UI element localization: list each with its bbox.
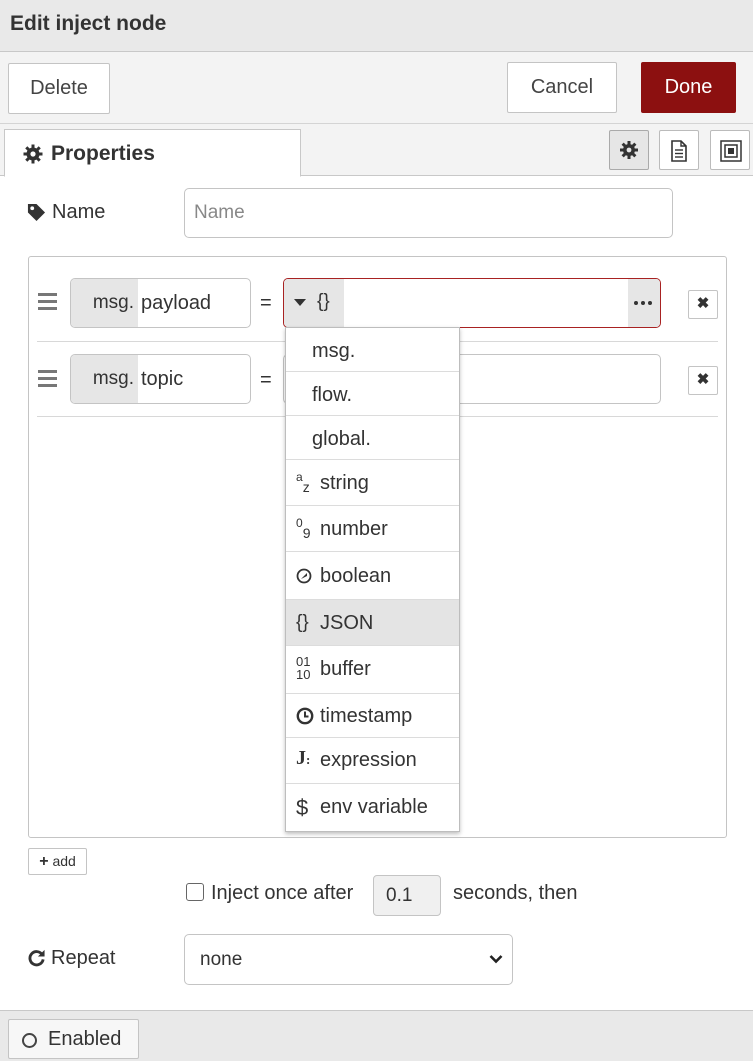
expand-editor-button[interactable] (628, 279, 660, 327)
type-option-expression[interactable]: J: expression (286, 738, 459, 784)
cancel-button[interactable]: Cancel (507, 62, 617, 113)
seconds-then-label: seconds, then (453, 882, 578, 904)
tab-appearance[interactable] (710, 130, 750, 170)
repeat-label: Repeat (51, 947, 116, 969)
string-type-icon: az (296, 470, 310, 496)
add-property-button[interactable]: + add (28, 848, 87, 875)
expression-type-icon: J: (296, 747, 311, 769)
tab-bar: Properties (0, 124, 753, 177)
repeat-select-value: none (200, 949, 243, 970)
plus-icon: + (39, 853, 49, 870)
repeat-select[interactable]: none (184, 934, 513, 985)
property-name-value: topic (141, 368, 184, 390)
tab-settings[interactable] (609, 130, 649, 170)
buffer-type-icon: 01 10 (296, 654, 311, 682)
type-selector[interactable]: {} (284, 279, 344, 327)
equals-sign: = (260, 292, 272, 314)
drag-handle-icon[interactable] (38, 293, 57, 314)
remove-property-button[interactable]: ✖ (688, 290, 718, 319)
delete-button[interactable]: Delete (8, 63, 110, 114)
circle-icon (22, 1033, 37, 1048)
tray-header: Edit inject node (0, 0, 753, 52)
tray-footer: Enabled (0, 1010, 753, 1061)
inject-once-label: Inject once after (211, 882, 354, 904)
type-option-env-variable[interactable]: $ env variable (286, 784, 459, 832)
number-type-icon: 09 (296, 516, 311, 542)
gear-icon (620, 141, 638, 159)
type-option-flow[interactable]: flow. (286, 372, 459, 416)
clock-icon (296, 707, 314, 725)
done-button[interactable]: Done (641, 62, 736, 113)
type-option-global[interactable]: global. (286, 416, 459, 460)
type-option-buffer[interactable]: 01 10 buffer (286, 646, 459, 694)
inject-once-checkbox[interactable] (186, 883, 204, 901)
remove-property-button[interactable]: ✖ (688, 366, 718, 395)
msg-prefix: msg. (71, 279, 138, 327)
tray-toolbar: Delete Cancel Done (0, 52, 753, 124)
enabled-label: Enabled (48, 1028, 122, 1050)
type-option-json[interactable]: {} JSON (286, 600, 459, 646)
property-name-input[interactable]: msg. payload (70, 278, 251, 328)
type-option-timestamp[interactable]: timestamp (286, 694, 459, 738)
type-option-string[interactable]: az string (286, 460, 459, 506)
tab-properties-label: Properties (51, 142, 155, 165)
tab-properties[interactable]: Properties (4, 129, 301, 177)
repeat-icon (28, 949, 45, 967)
property-name-input[interactable]: msg. topic (70, 354, 251, 404)
name-input[interactable] (184, 188, 673, 238)
tray-title: Edit inject node (10, 12, 167, 35)
json-type-icon: {} (296, 612, 309, 633)
enabled-toggle[interactable]: Enabled (8, 1019, 139, 1059)
property-value-input[interactable]: {} (283, 278, 661, 328)
type-option-msg[interactable]: msg. (286, 328, 459, 372)
tab-description[interactable] (659, 130, 699, 170)
type-selector-label: {} (317, 291, 330, 312)
type-option-boolean[interactable]: boolean (286, 552, 459, 600)
document-icon (671, 140, 687, 162)
chevron-down-icon (489, 955, 503, 964)
tag-icon (27, 203, 46, 222)
gear-icon (23, 144, 43, 164)
caret-down-icon (294, 299, 306, 306)
type-option-number[interactable]: 09 number (286, 506, 459, 552)
appearance-icon (720, 140, 742, 162)
drag-handle-icon[interactable] (38, 370, 57, 391)
property-name-value: payload (141, 292, 212, 314)
name-label: Name (52, 201, 106, 223)
msg-prefix: msg. (71, 355, 138, 403)
equals-sign: = (260, 369, 272, 391)
boolean-icon (296, 568, 312, 584)
inject-delay-input[interactable]: 0.1 (373, 875, 441, 916)
dollar-icon: $ (296, 795, 309, 820)
type-dropdown-menu: msg. flow. global. az string 09 number b… (285, 327, 460, 832)
